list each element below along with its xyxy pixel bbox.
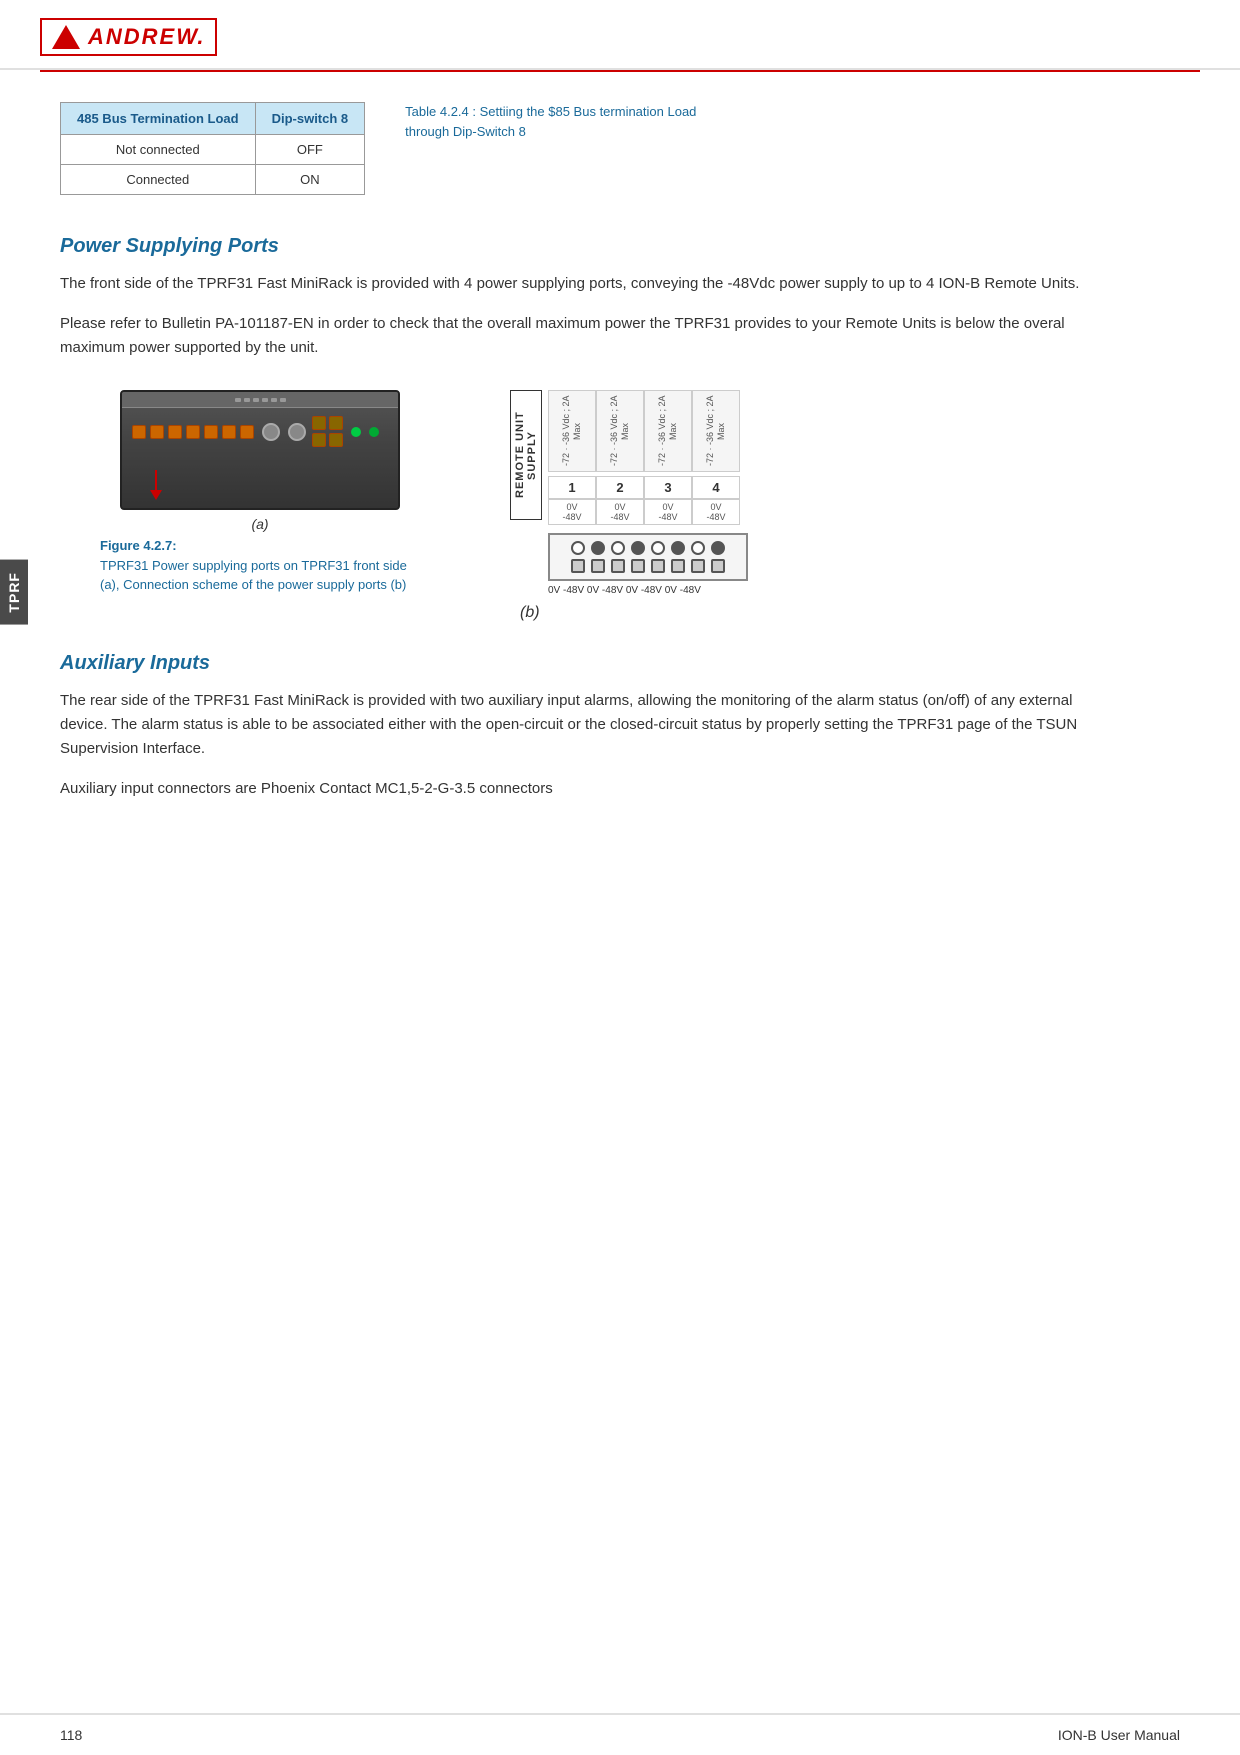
connector-rect-7 [691, 559, 705, 573]
device-port-4 [186, 425, 200, 439]
auxiliary-para2: Auxiliary input connectors are Phoenix C… [60, 777, 1110, 801]
channel-header-2: -72 · -36 Vdc ; 2A Max [596, 390, 644, 472]
connector-rect-2 [591, 559, 605, 573]
figure-caption-text: TPRF31 Power supplying ports on TPRF31 f… [100, 558, 407, 593]
device-port-6 [222, 425, 236, 439]
channel-voltage-4: 0V-48V [692, 499, 740, 525]
connector-pin-7 [691, 541, 705, 555]
main-content: 485 Bus Termination Load Dip-switch 8 No… [0, 72, 1240, 857]
device-port-7 [240, 425, 254, 439]
channels-container: -72 · -36 Vdc ; 2A Max-72 · -36 Vdc ; 2A… [548, 390, 748, 596]
channel-headers-row: -72 · -36 Vdc ; 2A Max-72 · -36 Vdc ; 2A… [548, 390, 748, 472]
figure-b-label: (b) [520, 604, 540, 622]
footer: 118 ION-B User Manual [0, 1713, 1240, 1755]
header: ANDREW. [0, 0, 1240, 70]
device-small-port-3 [312, 433, 326, 447]
connector-rect-8 [711, 559, 725, 573]
device-dot-2 [244, 398, 250, 402]
device-dot-3 [253, 398, 259, 402]
termination-table: 485 Bus Termination Load Dip-switch 8 No… [60, 102, 365, 195]
table-section: 485 Bus Termination Load Dip-switch 8 No… [60, 102, 1180, 195]
table-col1-header: 485 Bus Termination Load [61, 103, 256, 135]
table-row: Not connectedOFF [61, 135, 365, 165]
channel-voltage-2: 0V-48V [596, 499, 644, 525]
connector-pin-4 [631, 541, 645, 555]
channel-numbers-row: 1234 [548, 476, 748, 499]
device-port-3 [168, 425, 182, 439]
figure-caption-title: Figure 4.2.7: [100, 538, 177, 553]
device-led-2 [369, 427, 379, 437]
channel-voltage-3: 0V-48V [644, 499, 692, 525]
device-led-1 [351, 427, 361, 437]
power-diagram-b: REMOTE UNIT SUPPLY -72 · -36 Vdc ; 2A Ma… [510, 390, 748, 622]
table-cell-col1-row1: Connected [61, 165, 256, 195]
connector-pin-3 [611, 541, 625, 555]
footer-page-number: 118 [60, 1727, 82, 1743]
channel-voltage-1: 0V-48V [548, 499, 596, 525]
connector-block [548, 533, 748, 581]
connector-rect-5 [651, 559, 665, 573]
logo-container: ANDREW. [40, 18, 1200, 56]
table-row: ConnectedON [61, 165, 365, 195]
table-caption: Table 4.2.4 : Settiing the $85 Bus termi… [405, 102, 705, 141]
logo-triangle-icon [52, 25, 80, 49]
power-para1: The front side of the TPRF31 Fast MiniRa… [60, 272, 1110, 296]
auxiliary-para1: The rear side of the TPRF31 Fast MiniRac… [60, 689, 1110, 761]
device-top-strip [122, 392, 398, 408]
device-ports-row [132, 425, 254, 439]
figure-area: (a) Figure 4.2.7: TPRF31 Power supplying… [100, 390, 1180, 622]
connector-pin-1 [571, 541, 585, 555]
device-small-port-4 [329, 433, 343, 447]
connector-rect-1 [571, 559, 585, 573]
device-dot-1 [235, 398, 241, 402]
remote-unit-label: REMOTE UNIT SUPPLY [510, 390, 542, 520]
connector-rect-4 [631, 559, 645, 573]
device-top-dots [235, 398, 286, 402]
device-middle [122, 408, 398, 455]
connector-pins-row2 [571, 559, 725, 573]
channel-number-1: 1 [548, 476, 596, 499]
auxiliary-section-heading: Auxiliary Inputs [60, 652, 1180, 675]
channel-header-4: -72 · -36 Vdc ; 2A Max [692, 390, 740, 472]
channel-voltages-row: 0V-48V0V-48V0V-48V0V-48V [548, 499, 748, 525]
channel-number-3: 3 [644, 476, 692, 499]
voltage-bottom-labels: 0V -48V 0V -48V 0V -48V 0V -48V [548, 585, 748, 596]
figure-a-label: (a) [251, 516, 268, 532]
channel-header-1: -72 · -36 Vdc ; 2A Max [548, 390, 596, 472]
connector-pins-row [571, 541, 725, 555]
device-small-port-2 [329, 416, 343, 430]
device-dot-6 [280, 398, 286, 402]
device-small-port-1 [312, 416, 326, 430]
footer-document-title: ION-B User Manual [1058, 1727, 1180, 1743]
table-cell-col1-row0: Not connected [61, 135, 256, 165]
device-port-2 [150, 425, 164, 439]
logo-box: ANDREW. [40, 18, 217, 56]
channel-number-4: 4 [692, 476, 740, 499]
table-cell-col2-row1: ON [255, 165, 365, 195]
power-diagram-inner: REMOTE UNIT SUPPLY -72 · -36 Vdc ; 2A Ma… [510, 390, 748, 596]
connector-rect-3 [611, 559, 625, 573]
device-box [120, 390, 400, 510]
connector-pin-8 [711, 541, 725, 555]
power-section-heading: Power Supplying Ports [60, 235, 1180, 258]
connector-pin-5 [651, 541, 665, 555]
logo-text: ANDREW. [88, 24, 205, 50]
device-illustration-a: (a) Figure 4.2.7: TPRF31 Power supplying… [100, 390, 420, 595]
device-port-5 [204, 425, 218, 439]
device-dot-4 [262, 398, 268, 402]
device-knob-2 [288, 423, 306, 441]
connector-pin-2 [591, 541, 605, 555]
connector-pin-6 [671, 541, 685, 555]
table-cell-col2-row0: OFF [255, 135, 365, 165]
device-knob-1 [262, 423, 280, 441]
connector-rect-6 [671, 559, 685, 573]
table-col2-header: Dip-switch 8 [255, 103, 365, 135]
channel-number-2: 2 [596, 476, 644, 499]
figure-caption: Figure 4.2.7: TPRF31 Power supplying por… [100, 536, 420, 595]
device-port-1 [132, 425, 146, 439]
power-para2: Please refer to Bulletin PA-101187-EN in… [60, 312, 1110, 360]
sidebar-tprf-label: TPRF [0, 560, 28, 625]
device-dot-5 [271, 398, 277, 402]
channel-header-3: -72 · -36 Vdc ; 2A Max [644, 390, 692, 472]
